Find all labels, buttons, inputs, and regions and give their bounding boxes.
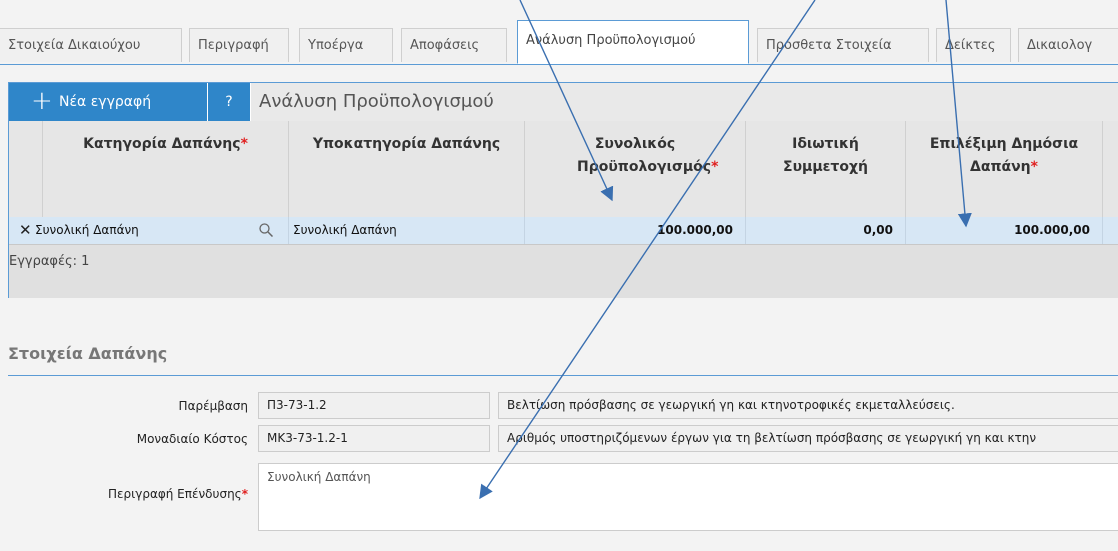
header-selector [9,121,43,217]
header-subcategory[interactable]: Υποκατηγορία Δαπάνης [289,121,525,217]
tab-beneficiary[interactable]: Στοιχεία Δικαιούχου [0,28,182,62]
header-eligible-public[interactable]: Επιλέξιμη Δημόσια Δαπάνη* [906,121,1103,217]
new-record-label: Νέα εγγραφή [59,94,152,110]
cell-category-value: Συνολική Δαπάνη [35,223,139,237]
grid-footer: Εγγραφές: 1 [9,244,1118,298]
cell-private-participation[interactable]: 0,00 [746,217,906,244]
tab-bar: Στοιχεία Δικαιούχου Περιγραφή Υποέργα Απ… [0,18,1118,65]
section-divider [8,375,1118,376]
tab-additional-info[interactable]: Πρόσθετα Στοιχεία [757,28,929,62]
required-marker: * [711,159,719,175]
close-icon[interactable]: ✕ [19,217,32,244]
search-icon[interactable] [259,223,273,237]
help-button[interactable]: ? [208,83,250,121]
unit-cost-label: Μοναδιαίο Κόστος [136,432,248,446]
table-row[interactable]: ✕ Συνολική Δαπάνη Συνολική Δαπάνη 100.00… [9,217,1118,244]
header-private-participation[interactable]: Ιδιωτική Συμμετοχή [746,121,906,217]
header-subcategory-label: Υποκατηγορία Δαπάνης [312,136,501,152]
required-marker: * [240,136,248,152]
section-title: Στοιχεία Δαπάνης [8,344,168,363]
tab-decisions[interactable]: Αποφάσεις [401,28,507,62]
investment-label-text: Περιγραφή Επένδυσης [108,487,242,501]
plus-icon: + [31,86,53,116]
header-category[interactable]: Κατηγορία Δαπάνης* [43,121,289,217]
required-marker: * [1030,159,1038,175]
record-count: Εγγραφές: 1 [9,254,90,269]
tab-budget-analysis[interactable]: Ανάλυση Προϋπολογισμού [517,20,749,64]
tab-subprojects[interactable]: Υποέργα [299,28,393,62]
cell-subcategory[interactable]: Συνολική Δαπάνη [289,217,525,244]
header-private-participation-label: Ιδιωτική Συμμετοχή [783,136,868,175]
unit-cost-code-field[interactable]: ΜΚ3-73-1.2-1 [258,425,490,452]
budget-grid: + Νέα εγγραφή ? Ανάλυση Προϋπολογισμού Κ… [8,82,1118,298]
cell-total-budget[interactable]: 100.000,00 [525,217,746,244]
tab-indicators[interactable]: Δείκτες [936,28,1011,62]
intervention-desc-field[interactable]: Βελτίωση πρόσβασης σε γεωργική γη και κτ… [498,392,1118,419]
header-category-label: Κατηγορία Δαπάνης [83,136,241,152]
unit-cost-desc-field[interactable]: Αριθμός υποστηριζόμενων έργων για τη βελ… [498,425,1118,452]
cell-eligible-public[interactable]: 100.000,00 [906,217,1103,244]
intervention-label: Παρέμβαση [178,399,248,413]
investment-description-textarea[interactable]: Συνολική Δαπάνη [258,463,1118,531]
required-marker: * [241,487,248,501]
tab-description[interactable]: Περιγραφή [189,28,289,62]
header-total-budget-label: Συνολικός Προϋπολογισμός [577,136,712,175]
cell-category[interactable]: Συνολική Δαπάνη [31,217,289,244]
grid-toolbar: + Νέα εγγραφή ? Ανάλυση Προϋπολογισμού [9,83,1118,121]
grid-title: Ανάλυση Προϋπολογισμού [251,83,1118,121]
header-total-budget[interactable]: Συνολικός Προϋπολογισμός* [525,121,746,217]
tab-documents[interactable]: Δικαιολογ [1018,28,1118,62]
header-extra [1103,121,1118,217]
header-eligible-public-label: Επιλέξιμη Δημόσια Δαπάνη [929,136,1079,175]
intervention-code-field[interactable]: Π3-73-1.2 [258,392,490,419]
new-record-button[interactable]: + Νέα εγγραφή [9,83,207,121]
investment-description-label: Περιγραφή Επένδυσης* [108,487,248,501]
